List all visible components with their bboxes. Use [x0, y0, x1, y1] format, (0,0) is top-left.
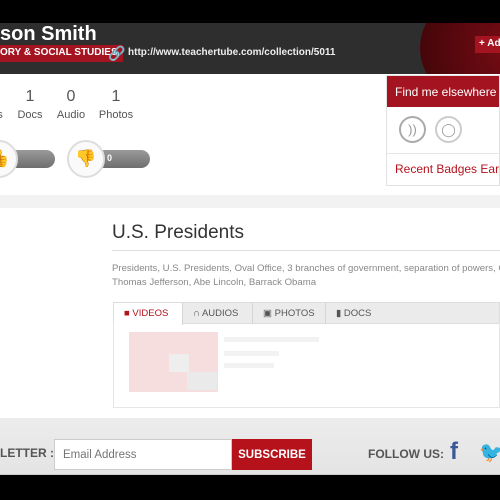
collection-url[interactable]: http://www.teachertube.com/collection/50… — [128, 47, 335, 58]
collection-content: U.S. Presidents Presidents, U.S. Preside… — [0, 208, 500, 418]
stat-photos: 1 Photos — [98, 88, 134, 121]
tab-videos[interactable]: ■ VIDEOS — [114, 303, 183, 325]
tab-audios[interactable]: ∩ AUDIOS — [183, 303, 253, 324]
category-badge[interactable]: ORY & SOCIAL STUDIES — [0, 45, 123, 62]
recent-badges-link[interactable]: Recent Badges Earne — [387, 154, 500, 184]
video-title-placeholder — [224, 337, 319, 342]
document-icon: ▮ — [336, 308, 344, 319]
facebook-icon[interactable]: f — [450, 438, 458, 466]
profile-header: son Smith ORY & SOCIAL STUDIES 🔗 http://… — [0, 23, 500, 74]
follow-us-label: FOLLOW US: — [368, 447, 444, 461]
user-name: son Smith — [0, 23, 97, 45]
newsletter-label: LETTER : — [0, 446, 54, 460]
media-tabs: ■ VIDEOS ∩ AUDIOS ▣ PHOTOS ▮ DOCS — [113, 302, 500, 325]
find-me-title: Find me elsewhere — [387, 76, 499, 107]
social-panel: Find me elsewhere )) ◯ Recent Badges Ear… — [386, 75, 500, 186]
tab-photos[interactable]: ▣ PHOTOS — [253, 303, 326, 324]
apple-icon[interactable]: ◯ — [435, 116, 462, 143]
headphones-icon: ∩ — [193, 308, 202, 319]
video-thumbnail[interactable] — [129, 332, 218, 392]
link-icon: 🔗 — [108, 45, 126, 61]
title-divider — [112, 250, 500, 251]
collection-tags: Presidents, U.S. Presidents, Oval Office… — [112, 263, 500, 288]
footer: LETTER : SUBSCRIBE FOLLOW US: f 🐦 — [0, 418, 500, 475]
video-duration — [187, 372, 217, 390]
stat-videos: s — [0, 109, 3, 121]
tab-docs[interactable]: ▮ DOCS — [326, 303, 401, 324]
stat-docs: 1 Docs — [17, 88, 43, 121]
email-input[interactable] — [54, 439, 232, 470]
videos-panel — [113, 323, 500, 408]
video-meta-placeholder — [224, 363, 274, 368]
rss-icon[interactable]: )) — [399, 116, 426, 143]
thumbs-down-icon[interactable]: 👎 — [67, 140, 105, 178]
photo-icon: ▣ — [263, 308, 275, 319]
add-button[interactable]: + Ad — [475, 36, 500, 53]
divider — [0, 195, 500, 208]
thumbs-up-icon[interactable]: 👍 — [0, 140, 18, 178]
video-author-placeholder — [224, 351, 279, 356]
subscribe-button[interactable]: SUBSCRIBE — [232, 439, 312, 470]
stat-audio: 0 Audio — [56, 88, 86, 121]
collection-title: U.S. Presidents — [112, 222, 244, 243]
play-icon — [169, 354, 189, 372]
twitter-icon[interactable]: 🐦 — [479, 440, 500, 465]
